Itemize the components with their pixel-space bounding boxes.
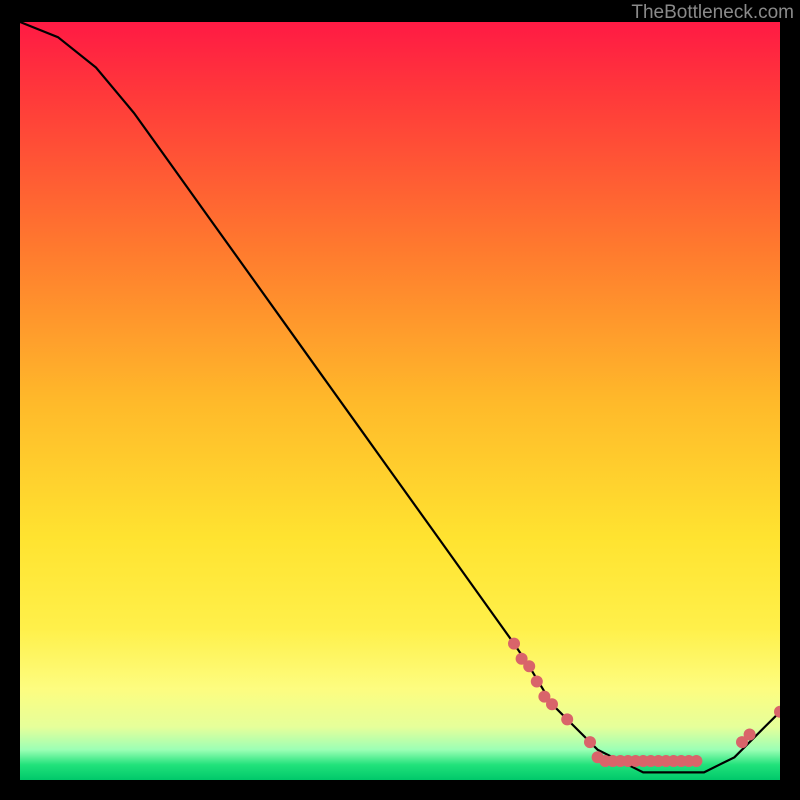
marker-group <box>508 638 780 767</box>
watermark-text: TheBottleneck.com <box>631 2 794 24</box>
data-point <box>546 698 558 710</box>
data-point <box>531 676 543 688</box>
data-point <box>690 755 702 767</box>
data-point <box>508 638 520 650</box>
chart-container: TheBottleneck.com <box>0 0 800 800</box>
data-point <box>523 660 535 672</box>
data-point <box>561 713 573 725</box>
plot-area <box>20 22 780 780</box>
data-point <box>584 736 596 748</box>
bottleneck-curve <box>20 22 780 772</box>
chart-svg <box>20 22 780 780</box>
data-point <box>744 729 756 741</box>
